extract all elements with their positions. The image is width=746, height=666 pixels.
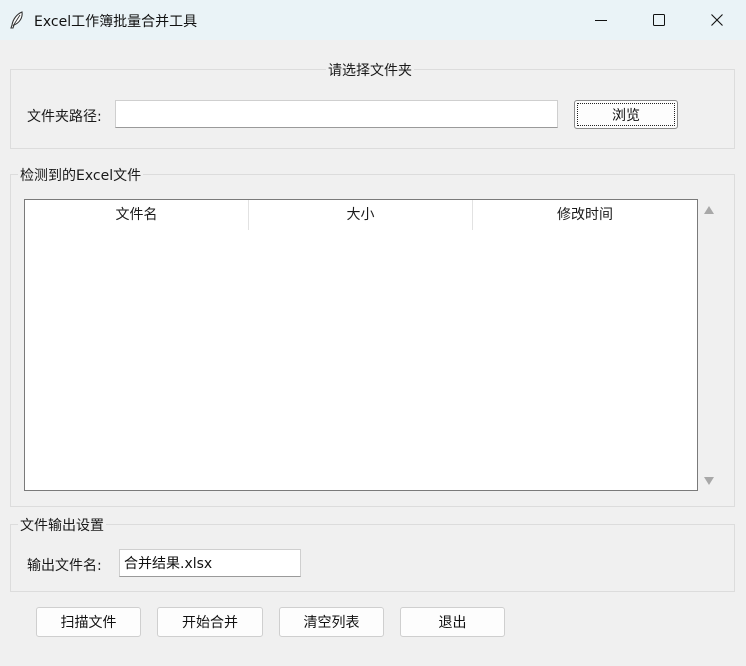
start-merge-button[interactable]: 开始合并: [157, 607, 263, 637]
close-button[interactable]: [688, 0, 746, 40]
minimize-icon: [595, 20, 607, 21]
browse-button[interactable]: 浏览: [574, 100, 678, 129]
file-list-header: 文件名 大小 修改时间: [25, 200, 697, 230]
scroll-down-icon[interactable]: [703, 476, 715, 486]
close-icon: [711, 14, 723, 26]
column-header-size[interactable]: 大小: [249, 200, 473, 230]
feather-icon: [10, 11, 23, 29]
title-bar: Excel工作簿批量合并工具: [0, 0, 746, 40]
files-group-title: 检测到的Excel文件: [18, 165, 144, 185]
maximize-icon: [653, 14, 665, 26]
column-header-filename[interactable]: 文件名: [25, 200, 249, 230]
maximize-button[interactable]: [630, 0, 688, 40]
folder-path-input[interactable]: [115, 100, 558, 128]
window-title: Excel工作簿批量合并工具: [34, 14, 198, 30]
exit-button[interactable]: 退出: [400, 607, 505, 637]
folder-path-label: 文件夹路径:: [27, 109, 102, 125]
output-group-title: 文件输出设置: [18, 515, 106, 535]
scroll-up-icon[interactable]: [703, 205, 715, 215]
folder-group-title: 请选择文件夹: [326, 60, 414, 80]
column-header-modified[interactable]: 修改时间: [473, 200, 697, 230]
scan-files-button[interactable]: 扫描文件: [36, 607, 141, 637]
clear-list-button[interactable]: 清空列表: [279, 607, 384, 637]
output-filename-label: 输出文件名:: [27, 558, 102, 574]
output-filename-input[interactable]: [119, 549, 301, 577]
file-list-table[interactable]: 文件名 大小 修改时间: [24, 199, 698, 491]
minimize-button[interactable]: [572, 0, 630, 40]
